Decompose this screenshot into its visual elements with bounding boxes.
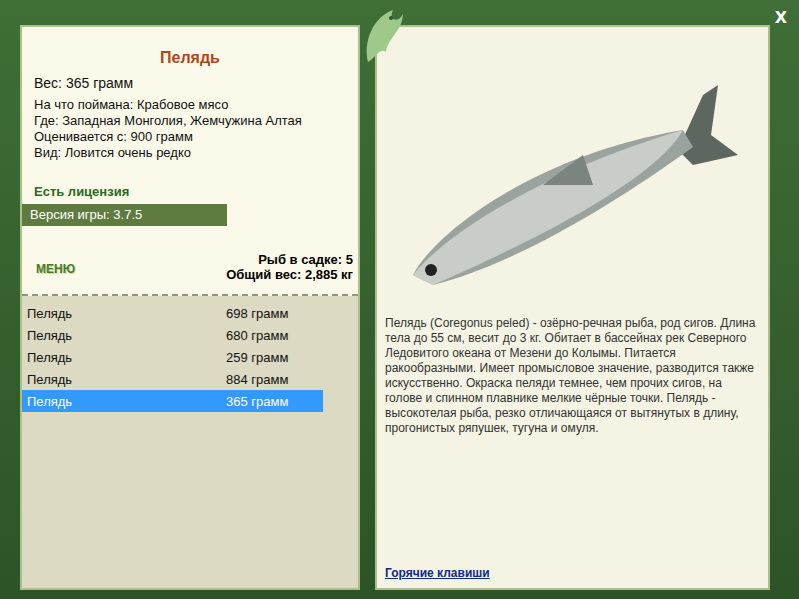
keepnet-summary: Рыб в садке: 5 Общий вес: 2,885 кг <box>226 252 353 282</box>
catch-row[interactable]: Пелядь 884 грамм <box>22 368 323 390</box>
catch-row[interactable]: Пелядь 680 грамм <box>22 324 323 346</box>
fish-detail: Где: Западная Монголия, Жемчужина Алтая <box>22 113 358 129</box>
game-version: Версия игры: 3.7.5 <box>22 204 227 226</box>
fish-count: Рыб в садке: 5 <box>226 252 353 267</box>
fish-weight: Вес: 365 грамм <box>22 75 358 91</box>
fish-detail: На что поймана: Крабовое мясо <box>22 97 358 113</box>
total-weight: Общий вес: 2,885 кг <box>226 267 353 282</box>
catch-panel: Пелядь Вес: 365 грамм На что поймана: Кр… <box>20 25 360 590</box>
catch-list: Пелядь 698 граммПелядь 680 граммПелядь 2… <box>22 296 358 412</box>
close-button[interactable]: X <box>771 6 791 29</box>
fish-info: Пелядь Вес: 365 грамм На что поймана: Кр… <box>22 27 358 296</box>
fish-description: Пелядь (Coregonus peled) - озёрно-речная… <box>385 316 760 436</box>
fish-description-panel: Пелядь (Coregonus peled) - озёрно-речная… <box>375 25 770 590</box>
fish-info-window: X Пелядь Вес: 365 грамм На что поймана: … <box>0 0 799 599</box>
license-status: Есть лицензия <box>22 184 358 199</box>
fish-logo-icon <box>358 2 408 72</box>
hotkeys-link[interactable]: Горячие клавиши <box>385 566 760 580</box>
fish-title: Пелядь <box>22 49 358 67</box>
fish-photo <box>385 27 760 312</box>
fish-detail: Вид: Ловится очень редко <box>22 145 358 161</box>
catch-row[interactable]: Пелядь 698 грамм <box>22 302 323 324</box>
fish-detail: Оценивается с: 900 грамм <box>22 129 358 145</box>
menu-button[interactable]: МЕНЮ <box>36 262 75 276</box>
catch-row[interactable]: Пелядь 365 грамм <box>22 390 323 412</box>
catch-row[interactable]: Пелядь 259 грамм <box>22 346 323 368</box>
fish-image-icon <box>393 55 753 285</box>
